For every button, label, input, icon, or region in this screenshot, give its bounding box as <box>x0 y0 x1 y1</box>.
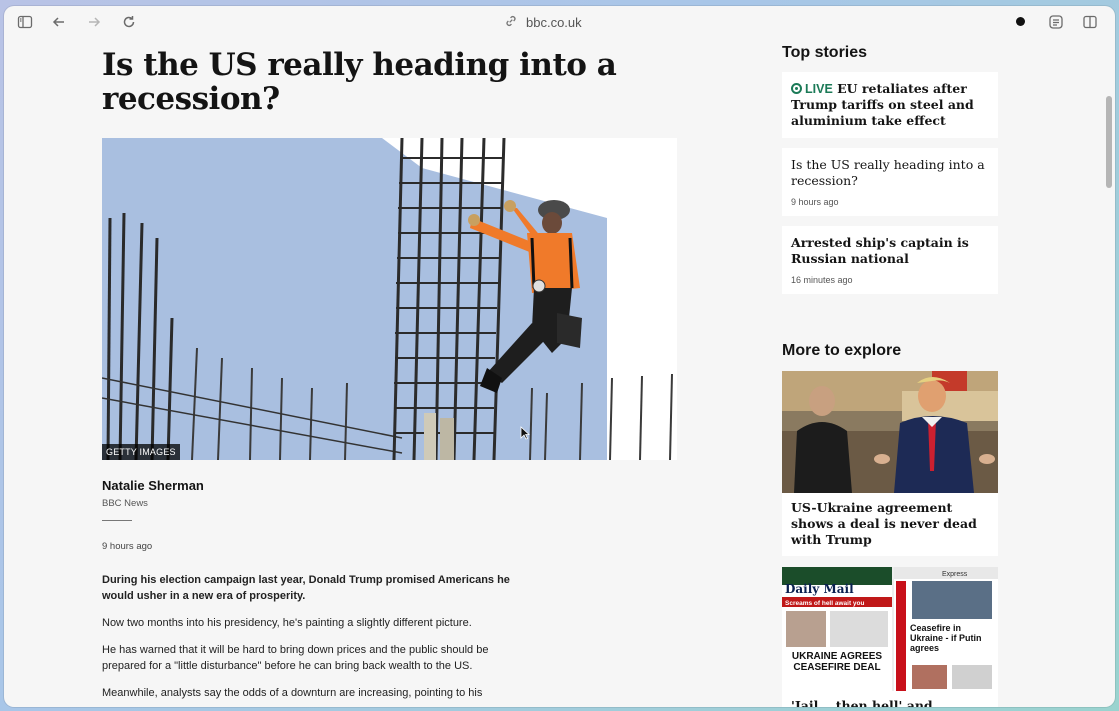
back-icon[interactable] <box>48 12 70 32</box>
article-paragraph: Now two months into his presidency, he's… <box>102 617 472 629</box>
split-view-icon[interactable] <box>1079 12 1101 32</box>
top-story-title[interactable]: Arrested ship's captain is Russian natio… <box>791 235 989 267</box>
reader-icon[interactable] <box>1045 12 1067 32</box>
explore-caption[interactable]: US-Ukraine agreement shows a deal is nev… <box>782 493 998 556</box>
explore-card[interactable]: US-Ukraine agreement shows a deal is nev… <box>782 371 998 556</box>
address-bar[interactable]: bbc.co.uk <box>504 12 582 32</box>
live-label: LIVE <box>805 82 833 96</box>
link-icon <box>504 14 518 31</box>
article: Is the US really heading into a recessio… <box>102 38 682 701</box>
paper-headline: Ceasefire in Ukraine - if Putin agrees <box>910 623 982 653</box>
browser-window: bbc.co.uk Is the US really heading into … <box>4 6 1115 707</box>
forward-icon[interactable] <box>83 12 105 32</box>
author-name[interactable]: Natalie Sherman <box>102 478 682 493</box>
hero-image: GETTY IMAGES <box>102 138 677 460</box>
more-to-explore-heading: More to explore <box>782 342 902 359</box>
newspapers-image[interactable]: Daily Mail Screams of hell await you UKR… <box>782 567 998 691</box>
top-story-card[interactable]: Is the US really heading into a recessio… <box>782 148 998 216</box>
mouse-pointer <box>520 426 531 440</box>
record-icon[interactable] <box>1016 17 1025 26</box>
sidebar-icon[interactable] <box>14 12 36 32</box>
article-paragraph: Meanwhile, analysts say the odds of a do… <box>102 687 483 699</box>
top-story-timestamp: 16 minutes ago <box>791 275 853 285</box>
browser-toolbar: bbc.co.uk <box>4 6 1115 38</box>
article-paragraph: He has warned that it will be hard to br… <box>102 644 489 672</box>
explore-caption[interactable]: 'Jail... then hell' and ceasefire <box>782 691 998 707</box>
top-story-title[interactable]: Is the US really heading into a recessio… <box>791 157 989 189</box>
byline-divider <box>102 520 132 521</box>
paper-headline: UKRAINE AGREES CEASEFIRE DEAL <box>791 651 883 673</box>
article-paragraph: During his election campaign last year, … <box>102 574 510 602</box>
article-headline: Is the US really heading into a recessio… <box>102 47 617 117</box>
article-timestamp: 9 hours ago <box>102 541 153 552</box>
paper-masthead: Express <box>942 571 968 578</box>
byline: Natalie Sherman BBC News 9 hours ago <box>102 478 682 552</box>
image-credit: GETTY IMAGES <box>102 444 180 460</box>
reload-icon[interactable] <box>118 12 140 32</box>
top-story-title[interactable]: LIVE EU retaliates after Trump tariffs o… <box>791 81 989 129</box>
author-organization: BBC News <box>102 498 148 509</box>
top-story-card[interactable]: Arrested ship's captain is Russian natio… <box>782 226 998 294</box>
scrollbar[interactable] <box>1106 96 1112 188</box>
top-story-card[interactable]: LIVE EU retaliates after Trump tariffs o… <box>782 72 998 138</box>
sidebar: Top stories LIVE EU retaliates after Tru… <box>782 38 1002 707</box>
top-stories-heading: Top stories <box>782 44 868 61</box>
page-content: Is the US really heading into a recessio… <box>4 38 1115 707</box>
paper-masthead: Daily Mail <box>785 582 854 596</box>
paper-kicker: Screams of hell await you <box>785 600 865 607</box>
explore-image[interactable] <box>782 371 998 493</box>
live-icon <box>791 83 802 94</box>
explore-card[interactable]: Daily Mail Screams of hell await you UKR… <box>782 567 998 707</box>
url-text: bbc.co.uk <box>526 14 582 30</box>
top-story-timestamp: 9 hours ago <box>791 197 839 207</box>
